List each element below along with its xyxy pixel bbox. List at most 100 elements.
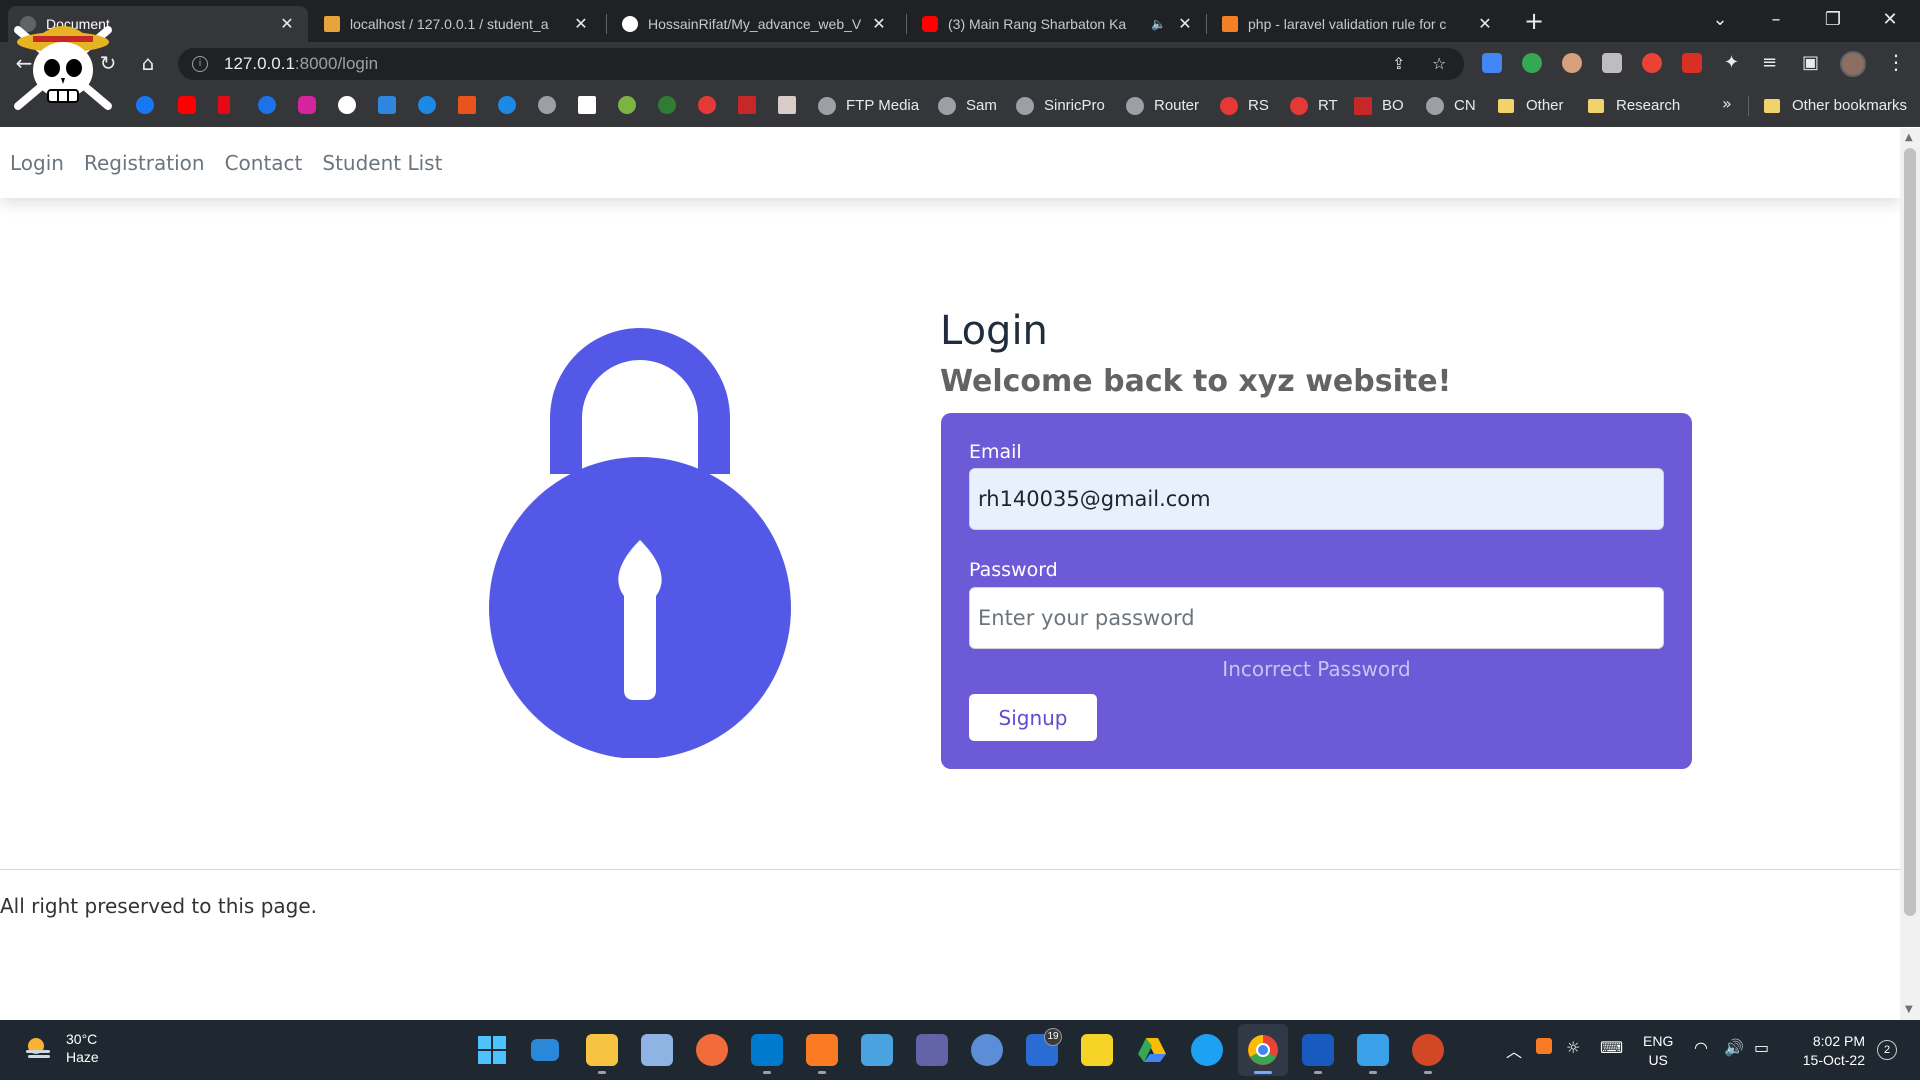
- news-icon[interactable]: [738, 96, 756, 114]
- minimize-button[interactable]: –: [1756, 4, 1796, 36]
- keyboard-icon[interactable]: ⌨: [1600, 1038, 1623, 1057]
- t-icon[interactable]: [498, 96, 516, 114]
- r-icon[interactable]: [578, 96, 596, 114]
- xampp-icon[interactable]: [806, 1034, 838, 1066]
- postman-icon[interactable]: [696, 1034, 728, 1066]
- new-tab-button[interactable]: +: [1520, 8, 1548, 36]
- nav-login[interactable]: Login: [10, 151, 64, 175]
- close-window-button[interactable]: ✕: [1870, 4, 1910, 36]
- extension-icon[interactable]: [1602, 53, 1622, 73]
- weather-widget[interactable]: 30°C Haze: [22, 1030, 99, 1066]
- globe-icon[interactable]: [538, 96, 556, 114]
- bookmark-ftp-media[interactable]: FTP Media: [818, 84, 919, 127]
- w-icon[interactable]: [378, 96, 396, 114]
- google-translate-icon[interactable]: [1482, 53, 1502, 73]
- tab-youtube[interactable]: (3) Main Rang Sharbaton Ka 🔈 ✕: [910, 6, 1206, 42]
- bookmark-folder-research[interactable]: Research: [1588, 84, 1680, 127]
- footer-divider: [0, 869, 1900, 870]
- word-icon[interactable]: [1302, 1034, 1334, 1066]
- scroll-up-arrow-icon[interactable]: ▲: [1905, 132, 1913, 143]
- file-explorer-icon[interactable]: [586, 1034, 618, 1066]
- bookmark-folder-other[interactable]: Other: [1498, 84, 1564, 127]
- tab-phpmyadmin[interactable]: localhost / 127.0.0.1 / student_a ✕: [312, 6, 602, 42]
- nav-student-list[interactable]: Student List: [322, 151, 442, 175]
- windows-start-icon[interactable]: [476, 1034, 508, 1066]
- close-tab-icon[interactable]: ✕: [1476, 14, 1494, 34]
- bookmark-cn[interactable]: CN: [1426, 84, 1476, 127]
- reading-list-icon[interactable]: ≡: [1762, 52, 1777, 73]
- extension-icon[interactable]: [1522, 53, 1542, 73]
- home-button[interactable]: ⌂: [134, 49, 162, 77]
- extension-icon[interactable]: [1642, 53, 1662, 73]
- notepad-icon[interactable]: [861, 1034, 893, 1066]
- close-tab-icon[interactable]: ✕: [870, 14, 888, 34]
- puzzle-icon[interactable]: ✦: [1724, 52, 1739, 73]
- media-player-icon[interactable]: [1081, 1034, 1113, 1066]
- bookmark-rs[interactable]: RS: [1220, 84, 1269, 127]
- tab-search-icon[interactable]: ⌄: [1700, 4, 1740, 36]
- image-icon[interactable]: [778, 96, 796, 114]
- restore-button[interactable]: ❐: [1813, 4, 1853, 36]
- email-field[interactable]: [969, 468, 1664, 530]
- system-clock[interactable]: 8:02 PM 15-Oct-22: [1793, 1032, 1865, 1070]
- paint-icon[interactable]: [1357, 1034, 1389, 1066]
- youtube-icon[interactable]: [178, 96, 196, 114]
- bookmark-bo[interactable]: BO: [1354, 84, 1404, 127]
- nav-contact[interactable]: Contact: [225, 151, 303, 175]
- edge-icon[interactable]: [1191, 1034, 1223, 1066]
- github-icon[interactable]: [338, 96, 356, 114]
- close-tab-icon[interactable]: ✕: [278, 14, 296, 34]
- menu-icon[interactable]: ⋮: [1886, 50, 1906, 74]
- bookmark-router[interactable]: Router: [1126, 84, 1199, 127]
- extension-icon[interactable]: [1562, 53, 1582, 73]
- instagram-icon[interactable]: [298, 96, 316, 114]
- signup-button[interactable]: Signup: [969, 694, 1097, 741]
- speaker-icon[interactable]: 🔈: [1151, 17, 1166, 31]
- xampp-tray-icon[interactable]: [1536, 1038, 1552, 1054]
- netflix-icon[interactable]: [218, 96, 230, 114]
- address-bar[interactable]: i 127.0.0.1:8000/login: [178, 48, 1464, 80]
- bookmark-rt[interactable]: RT: [1290, 84, 1338, 127]
- powerpoint-icon[interactable]: [1412, 1034, 1444, 1066]
- notification-badge[interactable]: 2: [1877, 1040, 1897, 1060]
- avatar[interactable]: [1840, 51, 1866, 77]
- play-icon[interactable]: [258, 96, 276, 114]
- brightness-icon[interactable]: ☼: [1566, 1038, 1580, 1057]
- bug-icon[interactable]: [698, 96, 716, 114]
- scroll-down-arrow-icon[interactable]: ▼: [1905, 1004, 1913, 1015]
- scrollbar-thumb[interactable]: [1904, 148, 1916, 916]
- teams-icon[interactable]: [916, 1034, 948, 1066]
- other-bookmarks-folder[interactable]: Other bookmarks: [1764, 84, 1907, 127]
- battery-icon[interactable]: ▭: [1754, 1038, 1769, 1057]
- password-field[interactable]: [969, 587, 1664, 649]
- bookmark-sam[interactable]: Sam: [938, 84, 997, 127]
- wifi-icon[interactable]: ◠: [1694, 1038, 1708, 1057]
- vscode-icon[interactable]: [751, 1034, 783, 1066]
- chrome-icon[interactable]: [1247, 1034, 1279, 1066]
- tab-stackoverflow[interactable]: php - laravel validation rule for c ✕: [1210, 6, 1506, 42]
- share-icon[interactable]: ⇪: [1392, 54, 1405, 73]
- bookmark-star-icon[interactable]: ☆: [1432, 54, 1446, 73]
- task-view-icon[interactable]: [531, 1039, 559, 1061]
- close-tab-icon[interactable]: ✕: [1176, 14, 1194, 34]
- x-icon[interactable]: [458, 96, 476, 114]
- extension-icon[interactable]: [658, 96, 676, 114]
- bookmark-sinricpro[interactable]: SinricPro: [1016, 84, 1105, 127]
- side-panel-icon[interactable]: ▣: [1802, 52, 1819, 73]
- chevron-up-icon[interactable]: ︿: [1506, 1038, 1522, 1062]
- photos-icon[interactable]: [641, 1034, 673, 1066]
- nav-registration[interactable]: Registration: [84, 151, 205, 175]
- facebook-icon[interactable]: [136, 96, 154, 114]
- google-drive-icon[interactable]: [1136, 1034, 1168, 1066]
- language-indicator[interactable]: ENG US: [1643, 1032, 1673, 1070]
- c-icon[interactable]: [418, 96, 436, 114]
- site-info-icon[interactable]: i: [192, 56, 208, 72]
- qbittorrent-icon[interactable]: [971, 1034, 1003, 1066]
- page-scrollbar[interactable]: ▲ ▼: [1900, 128, 1920, 1020]
- more-bookmarks-button[interactable]: »: [1722, 94, 1732, 113]
- leaf-icon[interactable]: [618, 96, 636, 114]
- close-tab-icon[interactable]: ✕: [572, 14, 590, 34]
- tab-github[interactable]: HossainRifat/My_advance_web_V ✕: [610, 6, 900, 42]
- extension-icon[interactable]: [1682, 53, 1702, 73]
- volume-icon[interactable]: 🔊: [1724, 1038, 1744, 1057]
